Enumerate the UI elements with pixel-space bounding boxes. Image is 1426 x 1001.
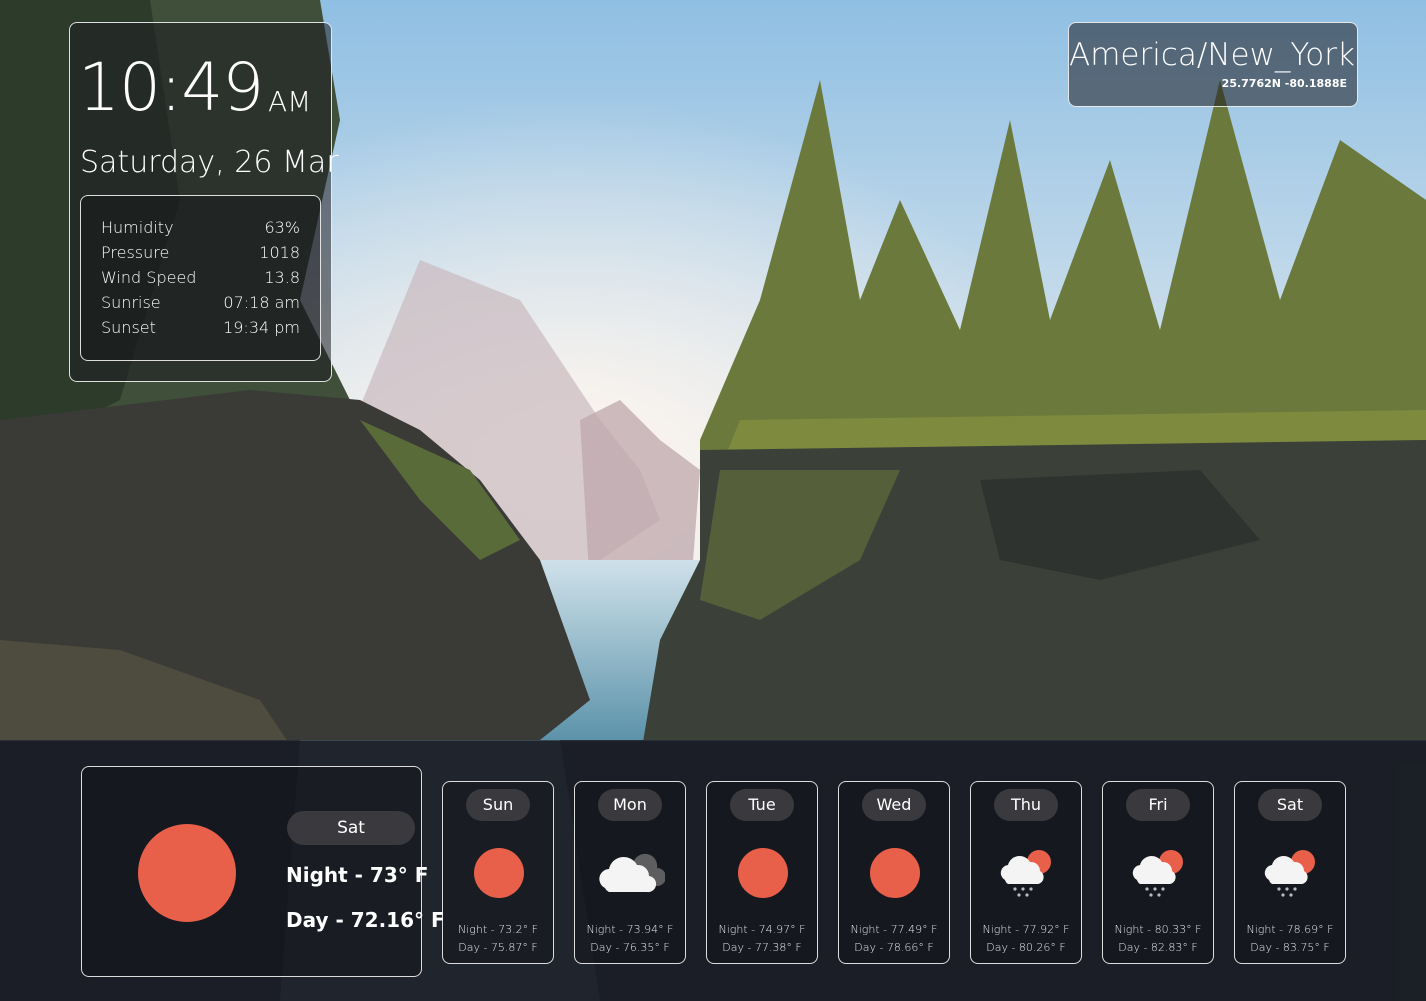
clock-panel: 10:49 AM Saturday, 26 Mar Humidity 63% P… <box>69 22 339 382</box>
forecast-day-temp: Day - 82.83° F <box>1118 941 1198 954</box>
forecast-day-temp: Day - 83.75° F <box>1250 941 1330 954</box>
current-time: 10:49 <box>78 49 264 126</box>
sun-icon <box>738 848 788 898</box>
detail-value: 1018 <box>259 243 300 262</box>
forecast-day-label: Sun <box>466 789 530 821</box>
detail-row-pressure: Pressure 1018 <box>101 243 300 268</box>
forecast-card-wed: Wed Night - 77.49° F Day - 78.66° F <box>838 781 950 964</box>
timezone-name: America/New_York <box>1069 37 1355 73</box>
detail-value: 19:34 pm <box>223 318 300 337</box>
forecast-day-temp: Day - 77.38° F <box>722 941 802 954</box>
detail-label: Pressure <box>101 243 170 262</box>
detail-label: Sunrise <box>101 293 161 312</box>
forecast-day-temp: Day - 80.26° F <box>986 941 1066 954</box>
today-weather-card: Sat Night - 73° F Day - 72.16° F <box>81 766 445 977</box>
detail-row-humidity: Humidity 63% <box>101 218 300 243</box>
forecast-day-label: Fri <box>1126 789 1190 821</box>
detail-row-sunset: Sunset 19:34 pm <box>101 318 300 343</box>
forecast-day-temp: Day - 78.66° F <box>854 941 934 954</box>
forecast-day-label: Thu <box>994 789 1058 821</box>
forecast-night-temp: Night - 77.49° F <box>850 923 938 936</box>
detail-label: Wind Speed <box>101 268 197 287</box>
am-pm-indicator: AM <box>268 85 312 118</box>
detail-value: 07:18 am <box>223 293 300 312</box>
sun-icon <box>474 848 524 898</box>
detail-label: Humidity <box>101 218 174 237</box>
forecast-day-temp: Day - 75.87° F <box>458 941 538 954</box>
forecast-card-tue: Tue Night - 74.97° F Day - 77.38° F <box>706 781 818 964</box>
forecast-card-fri: Fri Night - 80.33° F Day - 82.83° F <box>1102 781 1214 964</box>
forecast-night-temp: Night - 78.69° F <box>1246 923 1334 936</box>
detail-value: 13.8 <box>264 268 300 287</box>
today-day-label: Sat <box>287 811 415 845</box>
forecast-day-label: Tue <box>730 789 794 821</box>
forecast-day-label: Sat <box>1258 789 1322 821</box>
forecast-night-temp: Night - 74.97° F <box>718 923 806 936</box>
timezone-panel: America/New_York 25.7762N -80.1888E <box>1068 22 1358 107</box>
sun-icon <box>138 824 236 922</box>
forecast-night-temp: Night - 73.94° F <box>586 923 674 936</box>
current-date: Saturday, 26 Mar <box>80 145 339 180</box>
today-day-temp: Day - 72.16° F <box>286 908 445 932</box>
forecast-night-temp: Night - 73.2° F <box>458 923 538 936</box>
forecast-day-temp: Day - 76.35° F <box>590 941 670 954</box>
forecast-card-thu: Thu Night - 77.92° F Day - 80.26° F <box>970 781 1082 964</box>
rain-cloud-sun-icon <box>1000 850 1051 897</box>
rain-cloud-sun-icon <box>1264 850 1315 897</box>
forecast-day-label: Wed <box>862 789 926 821</box>
location-coordinates: 25.7762N -80.1888E <box>1221 77 1347 90</box>
forecast-day-label: Mon <box>598 789 662 821</box>
detail-value: 63% <box>264 218 300 237</box>
today-night-temp: Night - 73° F <box>286 863 429 887</box>
forecast-card-sun: Sun Night - 73.2° F Day - 75.87° F <box>442 781 554 964</box>
forecast-night-temp: Night - 77.92° F <box>982 923 1070 936</box>
rain-cloud-sun-icon <box>1132 850 1183 897</box>
cloud-icon <box>599 853 665 893</box>
forecast-card-sat: Sat Night - 78.69° F Day - 83.75° F <box>1234 781 1346 964</box>
detail-row-sunrise: Sunrise 07:18 am <box>101 293 300 318</box>
detail-label: Sunset <box>101 318 156 337</box>
forecast-card-mon: Mon Night - 73.94° F Day - 76.35° F <box>574 781 686 964</box>
forecast-night-temp: Night - 80.33° F <box>1114 923 1202 936</box>
weather-details: Humidity 63% Pressure 1018 Wind Speed 13… <box>80 195 321 361</box>
detail-row-wind-speed: Wind Speed 13.8 <box>101 268 300 293</box>
sun-icon <box>870 848 920 898</box>
